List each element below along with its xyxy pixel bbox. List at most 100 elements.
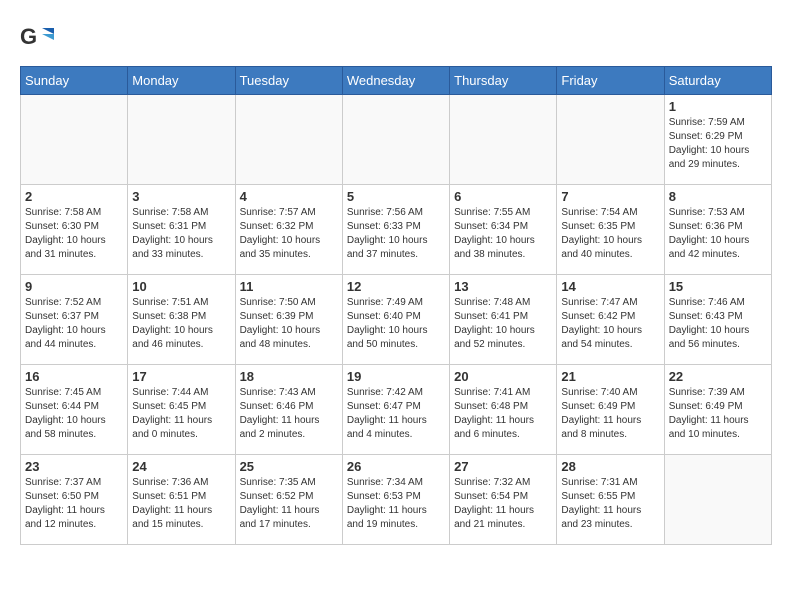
day-number: 19 (347, 369, 445, 384)
day-number: 10 (132, 279, 230, 294)
day-info: Sunrise: 7:47 AMSunset: 6:42 PMDaylight:… (561, 296, 659, 352)
calendar-cell: 18 Sunrise: 7:43 AMSunset: 6:46 PMDayligh… (235, 365, 342, 455)
day-info: Sunrise: 7:55 AMSunset: 6:34 PMDaylight:… (454, 206, 552, 262)
day-number: 24 (132, 459, 230, 474)
day-info: Sunrise: 7:39 AMSunset: 6:49 PMDaylight:… (669, 386, 767, 442)
calendar-cell: 4 Sunrise: 7:57 AMSunset: 6:32 PMDaylight… (235, 185, 342, 275)
weekday-header-tuesday: Tuesday (235, 67, 342, 95)
calendar-cell (21, 95, 128, 185)
calendar-cell: 22 Sunrise: 7:39 AMSunset: 6:49 PMDayligh… (664, 365, 771, 455)
day-number: 5 (347, 189, 445, 204)
day-info: Sunrise: 7:51 AMSunset: 6:38 PMDaylight:… (132, 296, 230, 352)
day-number: 12 (347, 279, 445, 294)
calendar-cell: 11 Sunrise: 7:50 AMSunset: 6:39 PMDayligh… (235, 275, 342, 365)
calendar-cell (128, 95, 235, 185)
day-info: Sunrise: 7:37 AMSunset: 6:50 PMDaylight:… (25, 476, 123, 532)
calendar-cell: 21Sunrise: 7:40 AMSunset: 6:49 PMDayligh… (557, 365, 664, 455)
calendar-cell: 10 Sunrise: 7:51 AMSunset: 6:38 PMDayligh… (128, 275, 235, 365)
calendar-cell: 27 Sunrise: 7:32 AMSunset: 6:54 PMDayligh… (450, 455, 557, 545)
day-number: 25 (240, 459, 338, 474)
calendar-cell: 9 Sunrise: 7:52 AMSunset: 6:37 PMDaylight… (21, 275, 128, 365)
day-info: Sunrise: 7:43 AMSunset: 6:46 PMDaylight:… (240, 386, 338, 442)
calendar-cell: 1 Sunrise: 7:59 AMSunset: 6:29 PMDaylight… (664, 95, 771, 185)
day-info: Sunrise: 7:57 AMSunset: 6:32 PMDaylight:… (240, 206, 338, 262)
day-info: Sunrise: 7:42 AMSunset: 6:47 PMDaylight:… (347, 386, 445, 442)
calendar-cell (557, 95, 664, 185)
calendar-cell: 17 Sunrise: 7:44 AMSunset: 6:45 PMDayligh… (128, 365, 235, 455)
day-info: Sunrise: 7:50 AMSunset: 6:39 PMDaylight:… (240, 296, 338, 352)
day-info: Sunrise: 7:49 AMSunset: 6:40 PMDaylight:… (347, 296, 445, 352)
calendar-cell (450, 95, 557, 185)
day-number: 8 (669, 189, 767, 204)
day-info: Sunrise: 7:35 AMSunset: 6:52 PMDaylight:… (240, 476, 338, 532)
day-info: Sunrise: 7:36 AMSunset: 6:51 PMDaylight:… (132, 476, 230, 532)
day-info: Sunrise: 7:45 AMSunset: 6:44 PMDaylight:… (25, 386, 123, 442)
logo: G (20, 20, 60, 56)
calendar-cell (664, 455, 771, 545)
weekday-header-saturday: Saturday (664, 67, 771, 95)
calendar-cell: 24 Sunrise: 7:36 AMSunset: 6:51 PMDayligh… (128, 455, 235, 545)
calendar-cell: 12 Sunrise: 7:49 AMSunset: 6:40 PMDayligh… (342, 275, 449, 365)
day-info: Sunrise: 7:48 AMSunset: 6:41 PMDaylight:… (454, 296, 552, 352)
day-number: 16 (25, 369, 123, 384)
day-number: 20 (454, 369, 552, 384)
day-number: 15 (669, 279, 767, 294)
day-number: 9 (25, 279, 123, 294)
day-number: 6 (454, 189, 552, 204)
day-info: Sunrise: 7:58 AMSunset: 6:30 PMDaylight:… (25, 206, 123, 262)
calendar-cell: 14 Sunrise: 7:47 AMSunset: 6:42 PMDayligh… (557, 275, 664, 365)
day-info: Sunrise: 7:44 AMSunset: 6:45 PMDaylight:… (132, 386, 230, 442)
calendar-cell: 25 Sunrise: 7:35 AMSunset: 6:52 PMDayligh… (235, 455, 342, 545)
day-info: Sunrise: 7:31 AMSunset: 6:55 PMDaylight:… (561, 476, 659, 532)
calendar-cell: 7 Sunrise: 7:54 AMSunset: 6:35 PMDaylight… (557, 185, 664, 275)
svg-text:G: G (20, 24, 37, 49)
day-number: 7 (561, 189, 659, 204)
day-number: 14 (561, 279, 659, 294)
calendar-table: SundayMondayTuesdayWednesdayThursdayFrid… (20, 66, 772, 545)
day-number: 3 (132, 189, 230, 204)
day-info: Sunrise: 7:34 AMSunset: 6:53 PMDaylight:… (347, 476, 445, 532)
calendar-cell: 16 Sunrise: 7:45 AMSunset: 6:44 PMDayligh… (21, 365, 128, 455)
day-info: Sunrise: 7:52 AMSunset: 6:37 PMDaylight:… (25, 296, 123, 352)
weekday-header-wednesday: Wednesday (342, 67, 449, 95)
calendar-cell (342, 95, 449, 185)
calendar-cell (235, 95, 342, 185)
day-number: 2 (25, 189, 123, 204)
day-info: Sunrise: 7:59 AMSunset: 6:29 PMDaylight:… (669, 116, 767, 172)
day-number: 11 (240, 279, 338, 294)
calendar-cell: 8 Sunrise: 7:53 AMSunset: 6:36 PMDaylight… (664, 185, 771, 275)
calendar-cell: 3 Sunrise: 7:58 AMSunset: 6:31 PMDaylight… (128, 185, 235, 275)
day-number: 18 (240, 369, 338, 384)
calendar-cell: 26 Sunrise: 7:34 AMSunset: 6:53 PMDayligh… (342, 455, 449, 545)
day-number: 13 (454, 279, 552, 294)
calendar-cell: 23 Sunrise: 7:37 AMSunset: 6:50 PMDayligh… (21, 455, 128, 545)
day-info: Sunrise: 7:54 AMSunset: 6:35 PMDaylight:… (561, 206, 659, 262)
day-number: 22 (669, 369, 767, 384)
calendar-cell: 13 Sunrise: 7:48 AMSunset: 6:41 PMDayligh… (450, 275, 557, 365)
calendar-cell: 19 Sunrise: 7:42 AMSunset: 6:47 PMDayligh… (342, 365, 449, 455)
day-number: 23 (25, 459, 123, 474)
day-number: 4 (240, 189, 338, 204)
weekday-header-thursday: Thursday (450, 67, 557, 95)
day-info: Sunrise: 7:46 AMSunset: 6:43 PMDaylight:… (669, 296, 767, 352)
day-info: Sunrise: 7:58 AMSunset: 6:31 PMDaylight:… (132, 206, 230, 262)
page-header: G (20, 20, 772, 56)
calendar-cell: 15 Sunrise: 7:46 AMSunset: 6:43 PMDayligh… (664, 275, 771, 365)
day-number: 28 (561, 459, 659, 474)
weekday-header-sunday: Sunday (21, 67, 128, 95)
calendar-cell: 2 Sunrise: 7:58 AMSunset: 6:30 PMDaylight… (21, 185, 128, 275)
day-number: 27 (454, 459, 552, 474)
day-number: 26 (347, 459, 445, 474)
calendar-cell: 28 Sunrise: 7:31 AMSunset: 6:55 PMDayligh… (557, 455, 664, 545)
day-number: 1 (669, 99, 767, 114)
calendar-cell: 5 Sunrise: 7:56 AMSunset: 6:33 PMDaylight… (342, 185, 449, 275)
day-number: 17 (132, 369, 230, 384)
day-info: Sunrise: 7:53 AMSunset: 6:36 PMDaylight:… (669, 206, 767, 262)
weekday-header-monday: Monday (128, 67, 235, 95)
calendar-cell: 20 Sunrise: 7:41 AMSunset: 6:48 PMDayligh… (450, 365, 557, 455)
day-number: 21 (561, 369, 659, 384)
day-info: Sunrise: 7:56 AMSunset: 6:33 PMDaylight:… (347, 206, 445, 262)
day-info: Sunrise: 7:41 AMSunset: 6:48 PMDaylight:… (454, 386, 552, 442)
weekday-header-friday: Friday (557, 67, 664, 95)
day-info: Sunrise: 7:32 AMSunset: 6:54 PMDaylight:… (454, 476, 552, 532)
